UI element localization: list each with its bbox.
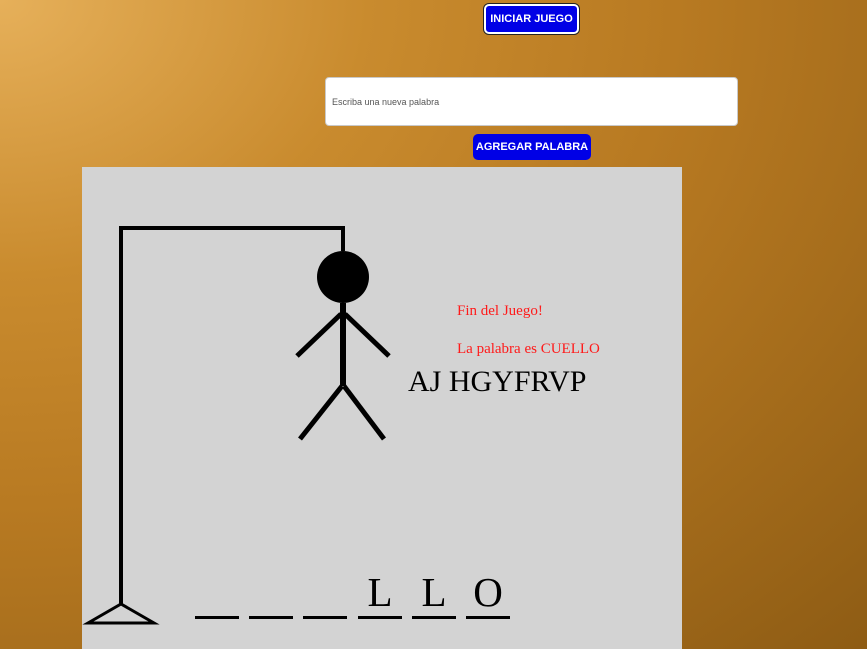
- reveal-word-message: La palabra es CUELLO: [457, 341, 600, 357]
- word-slot-letter: L: [421, 569, 447, 615]
- new-word-input[interactable]: [325, 77, 738, 126]
- hangman-right-arm: [343, 312, 391, 358]
- wrong-letters: AJ HGYFRVP: [408, 365, 587, 398]
- start-game-button[interactable]: INICIAR JUEGO: [484, 4, 579, 34]
- word-slot: L: [412, 569, 456, 619]
- game-board: Fin del Juego! La palabra es CUELLO AJ H…: [82, 167, 682, 649]
- gallows-base: [82, 602, 160, 625]
- game-over-message: Fin del Juego!: [457, 303, 543, 319]
- word-slot: [303, 569, 347, 619]
- word-slot: [249, 569, 293, 619]
- add-word-button[interactable]: AGREGAR PALABRA: [473, 134, 591, 160]
- hangman-left-leg: [298, 384, 344, 441]
- word-slot-letter: L: [367, 569, 393, 615]
- word-slot: O: [466, 569, 510, 619]
- word-slot: L: [358, 569, 402, 619]
- word-slot-letter: O: [473, 569, 503, 615]
- hangman-right-leg: [342, 384, 386, 441]
- hangman-head: [317, 251, 369, 303]
- hangman-left-arm: [295, 312, 343, 358]
- word-slot: [195, 569, 239, 619]
